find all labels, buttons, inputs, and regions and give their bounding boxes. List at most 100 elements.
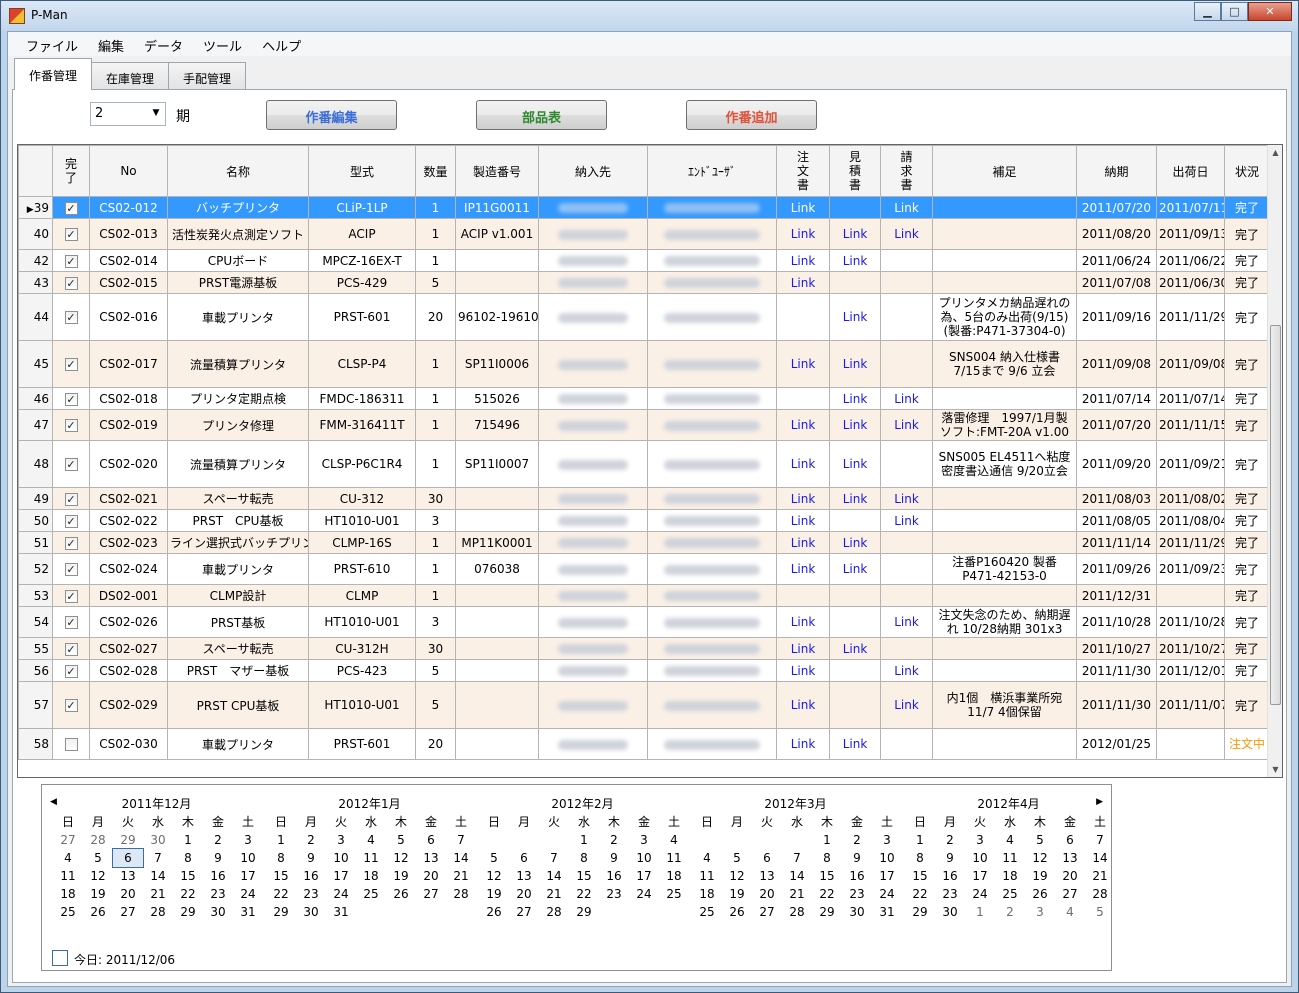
calendar-day[interactable]: 18 [659,867,689,885]
done-checkbox[interactable]: ✓ [52,584,90,607]
invoice-link[interactable]: Link [880,606,933,638]
note[interactable] [932,584,1077,607]
calendar-day[interactable]: 9 [599,849,629,867]
quantity[interactable]: 3 [415,509,456,532]
calendar-day[interactable]: 30 [296,903,326,921]
status[interactable]: 完了 [1224,487,1270,510]
item-name[interactable]: PRST マザー基板 [167,659,309,682]
end-user[interactable] [647,637,777,660]
due-date[interactable]: 2011/10/27 [1076,637,1157,660]
item-name[interactable]: PRST基板 [167,606,309,638]
status[interactable]: 完了 [1224,271,1270,294]
quote-link[interactable] [829,196,881,219]
tab-procurement[interactable]: 手配管理 [168,62,247,90]
item-name[interactable]: PRST電源基板 [167,271,309,294]
calendar-day[interactable]: 25 [53,903,83,921]
quantity[interactable]: 20 [415,293,456,341]
end-user[interactable] [647,584,777,607]
table-row[interactable]: 47 ✓ CS02-019 プリンタ修理 FMM-316411T 1 715496 Link L… [18,409,1270,441]
quantity[interactable]: 1 [415,440,456,488]
ship-date[interactable]: 2011/09/13 [1156,218,1225,250]
tab-inventory[interactable]: 在庫管理 [91,62,170,90]
end-user[interactable] [647,531,777,554]
calendar-day[interactable]: 25 [995,885,1025,903]
note[interactable] [932,271,1077,294]
invoice-link[interactable]: Link [880,487,933,510]
row-number[interactable]: 50 [18,509,53,532]
table-row[interactable]: 56 ✓ CS02-028 PRST マザー基板 PCS-423 5 Link Link 201… [18,659,1270,682]
calendar-day[interactable]: 19 [386,867,416,885]
calendar-day[interactable]: 29 [266,903,296,921]
deliver-to[interactable] [538,340,648,388]
col-header-serial[interactable]: 製造番号 [455,145,539,197]
menu-help[interactable]: ヘルプ [252,32,311,56]
deliver-to[interactable] [538,487,648,510]
calendar-day[interactable]: 29 [905,903,935,921]
calendar-day[interactable]: 27 [752,903,782,921]
order-link[interactable]: Link [776,196,830,219]
col-header-done[interactable]: 完了 [52,145,90,197]
deliver-to[interactable] [538,728,648,760]
calendar-day[interactable]: 3 [629,831,659,849]
done-checkbox[interactable]: ✓ [52,293,90,341]
calendar-day[interactable]: 28 [782,903,812,921]
invoice-link[interactable] [880,271,933,294]
invoice-link[interactable] [880,553,933,585]
calendar-day[interactable]: 16 [203,867,233,885]
note[interactable] [932,249,1077,272]
row-number[interactable]: 53 [18,584,53,607]
end-user[interactable] [647,606,777,638]
quote-link[interactable]: Link [829,637,881,660]
calendar-day[interactable]: 28 [143,903,173,921]
row-number[interactable]: 42 [18,249,53,272]
checkbox[interactable]: ✓ [64,492,78,506]
close-button[interactable]: ✕ [1248,2,1292,21]
table-row[interactable]: 54 ✓ CS02-026 PRST基板 HT1010-U01 3 Link Link 注文失念… [18,606,1270,638]
calendar-day[interactable]: 26 [722,903,752,921]
job-no[interactable]: CS02-018 [89,387,168,410]
job-no[interactable]: CS02-024 [89,553,168,585]
calendar-day[interactable]: 1 [569,831,599,849]
calendar-day[interactable]: 24 [629,885,659,903]
order-link[interactable]: Link [776,637,830,660]
calendar-day[interactable]: 26 [83,903,113,921]
col-header-ship[interactable]: 出荷日 [1156,145,1225,197]
calendar-day[interactable]: 11 [692,867,722,885]
model[interactable]: PRST-601 [308,728,416,760]
order-link[interactable]: Link [776,409,830,441]
due-date[interactable]: 2011/12/31 [1076,584,1157,607]
model[interactable]: CLMP [308,584,416,607]
invoice-link[interactable]: Link [880,196,933,219]
calendar-day[interactable]: 25 [659,885,689,903]
calendar-day[interactable]: 12 [1025,849,1055,867]
done-checkbox[interactable]: ✓ [52,531,90,554]
calendar-day[interactable]: 1 [965,903,995,921]
done-checkbox[interactable]: ✓ [52,553,90,585]
calendar-day[interactable]: 20 [509,885,539,903]
quantity[interactable]: 30 [415,487,456,510]
table-row[interactable]: 46 ✓ CS02-018 プリンタ定期点検 FMDC-186311 1 515026 Lin… [18,387,1270,410]
due-date[interactable]: 2011/09/26 [1076,553,1157,585]
table-row[interactable]: 49 ✓ CS02-021 スペーサ転売 CU-312 30 Link Link Link 201… [18,487,1270,510]
quote-link[interactable]: Link [829,218,881,250]
job-grid[interactable]: 完了 No 名称 型式 数量 製造番号 納入先 ｴﾝﾄﾞﾕｰｻﾞ 注文書 見積書… [17,144,1283,778]
order-link[interactable]: Link [776,340,830,388]
quote-link[interactable] [829,584,881,607]
job-no[interactable]: CS02-012 [89,196,168,219]
invoice-link[interactable] [880,584,933,607]
status[interactable]: 完了 [1224,387,1270,410]
serial-number[interactable]: MP11K0001 [455,531,539,554]
row-number[interactable]: 48 [18,440,53,488]
due-date[interactable]: 2011/10/28 [1076,606,1157,638]
calendar-day[interactable]: 22 [812,885,842,903]
calendar-day[interactable]: 2 [296,831,326,849]
ship-date[interactable]: 2011/10/27 [1156,637,1225,660]
row-number[interactable]: 58 [18,728,53,760]
item-name[interactable]: 活性炭発火点測定ソフト [167,218,309,250]
serial-number[interactable] [455,509,539,532]
calendar-day[interactable]: 14 [782,867,812,885]
invoice-link[interactable]: Link [880,409,933,441]
calendar-day[interactable]: 15 [812,867,842,885]
calendar-day[interactable]: 2 [203,831,233,849]
grid-vertical-scrollbar[interactable]: ▲ ▼ [1267,145,1282,777]
